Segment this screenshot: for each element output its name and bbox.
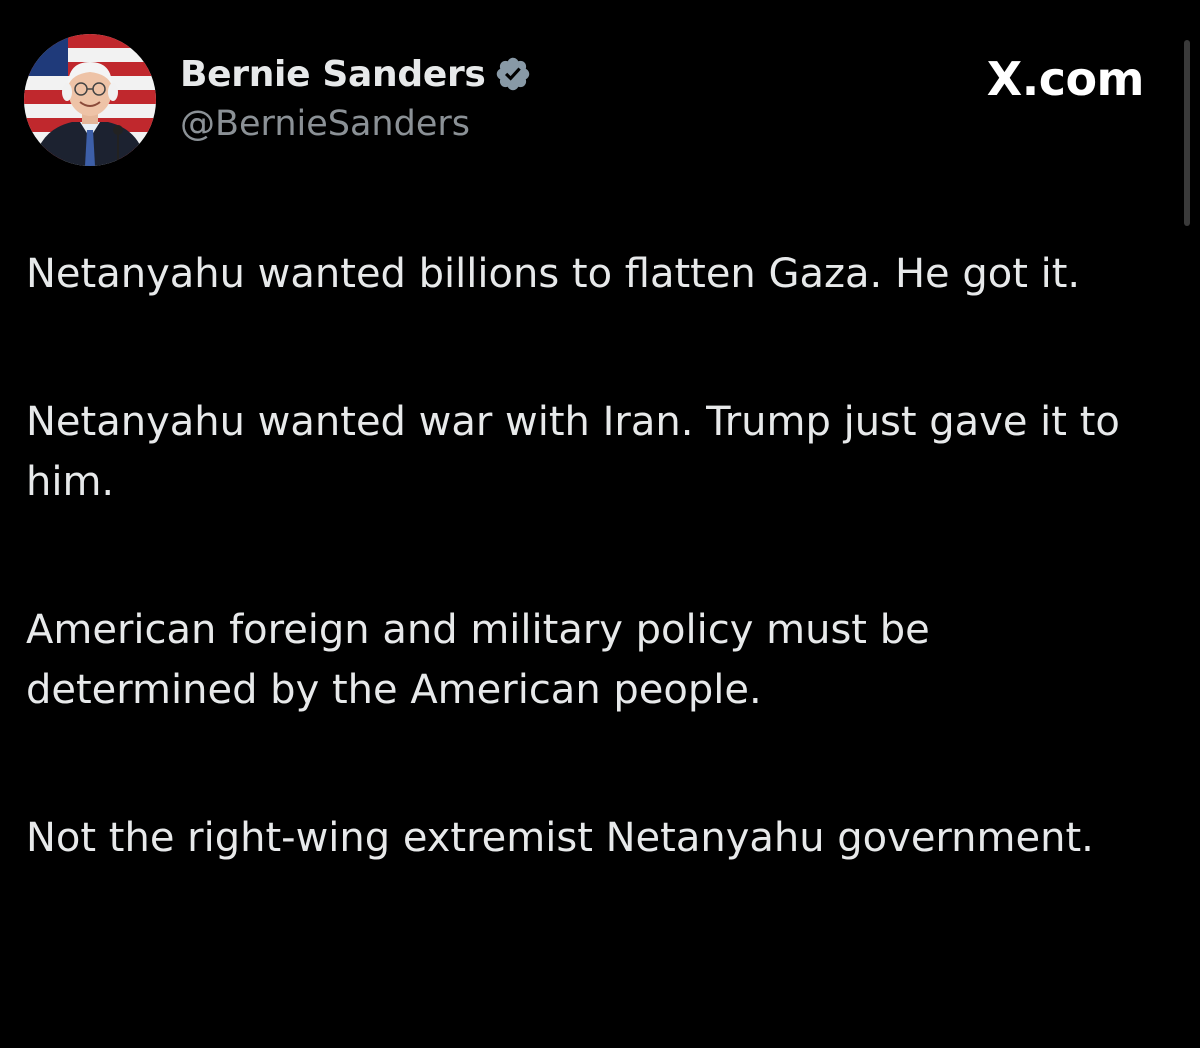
tweet-paragraph: Netanyahu wanted war with Iran. Trump ju…	[26, 399, 1120, 505]
author-display-name[interactable]: Bernie Sanders	[180, 54, 486, 95]
tweet-paragraph: Netanyahu wanted billions to flatten Gaz…	[26, 251, 1081, 297]
author-avatar[interactable]	[24, 34, 156, 166]
verified-badge-icon	[494, 55, 532, 93]
author-info: Bernie Sanders @BernieSanders	[180, 48, 532, 144]
avatar-image	[24, 34, 156, 166]
brand-logo: X.com	[986, 52, 1145, 106]
tweet-text: Netanyahu wanted billions to flatten Gaz…	[26, 244, 1156, 956]
tweet-paragraph: American foreign and military policy mus…	[26, 607, 930, 713]
tweet-card: Bernie Sanders @BernieSanders X.com Neta…	[0, 0, 1200, 1048]
author-handle[interactable]: @BernieSanders	[180, 104, 532, 144]
tweet-paragraph: Not the right-wing extremist Netanyahu g…	[26, 815, 1094, 861]
scrollbar[interactable]	[1184, 40, 1190, 226]
tweet-header: Bernie Sanders @BernieSanders X.com	[24, 34, 1164, 168]
display-name-row: Bernie Sanders	[180, 48, 532, 100]
